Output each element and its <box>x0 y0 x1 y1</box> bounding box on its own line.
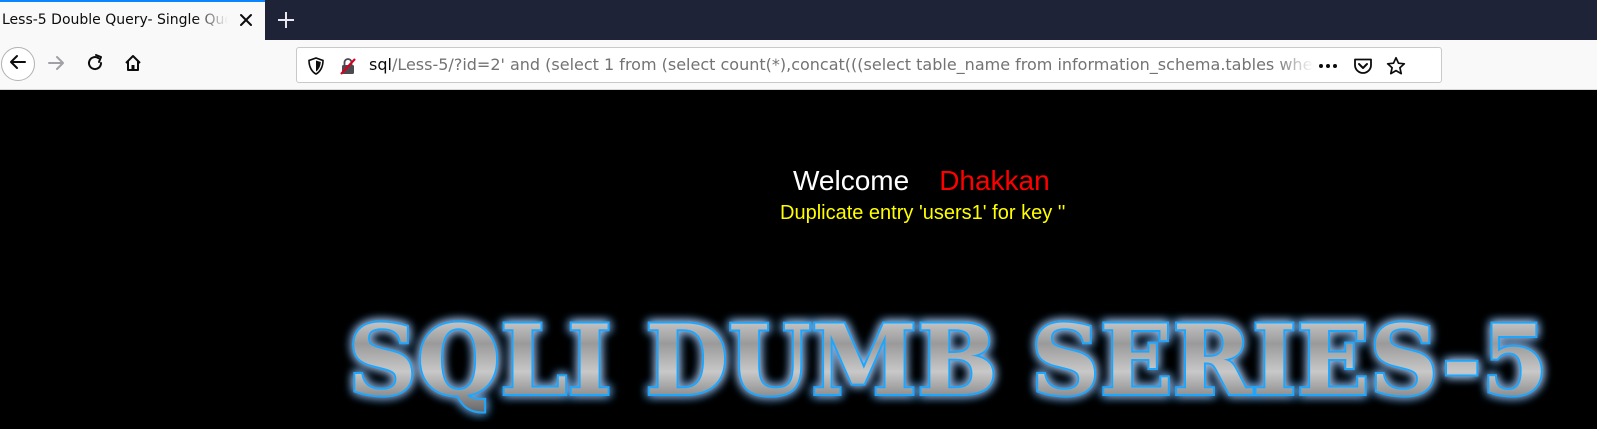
reload-icon <box>85 53 105 77</box>
url-bar[interactable]: sql/Less-5/?id=2' and (select 1 from (se… <box>296 47 1442 83</box>
arrow-right-icon <box>46 53 66 77</box>
tab-active[interactable]: Less-5 Double Query- Single Quotes- Stri… <box>0 0 265 40</box>
url-host: sql <box>369 55 392 74</box>
more-horizontal-icon[interactable] <box>1317 55 1339 77</box>
home-button[interactable] <box>117 49 149 81</box>
nav-bar: sql/Less-5/?id=2' and (select 1 from (se… <box>0 40 1597 90</box>
forward-button[interactable] <box>40 49 72 81</box>
reload-button[interactable] <box>79 49 111 81</box>
plus-icon[interactable] <box>274 8 298 32</box>
close-icon[interactable] <box>236 10 256 30</box>
shield-icon[interactable] <box>305 55 327 77</box>
url-path: /Less-5/?id=2' and (select 1 from (selec… <box>391 55 1314 74</box>
error-message: Duplicate entry 'users1' for key '' <box>780 202 1066 224</box>
home-icon <box>123 53 143 77</box>
arrow-left-icon <box>8 52 28 76</box>
insecure-lock-icon[interactable] <box>337 55 359 77</box>
welcome-line: Welcome Dhakkan <box>793 165 1050 197</box>
tab-strip: Less-5 Double Query- Single Quotes- Stri… <box>0 0 1597 40</box>
pocket-icon[interactable] <box>1352 55 1374 77</box>
back-button[interactable] <box>1 47 35 81</box>
banner-title: SQLI DUMB SERIES-5 <box>348 304 1548 417</box>
tab-title: Less-5 Double Query- Single Quotes- Stri… <box>2 12 228 28</box>
username-text: Dhakkan <box>939 165 1050 196</box>
welcome-text: Welcome <box>793 165 910 196</box>
banner-image: SQLI DUMB SERIES-5 <box>318 292 1578 422</box>
star-icon[interactable] <box>1385 55 1407 77</box>
url-text[interactable]: sql/Less-5/?id=2' and (select 1 from (se… <box>369 55 1314 74</box>
